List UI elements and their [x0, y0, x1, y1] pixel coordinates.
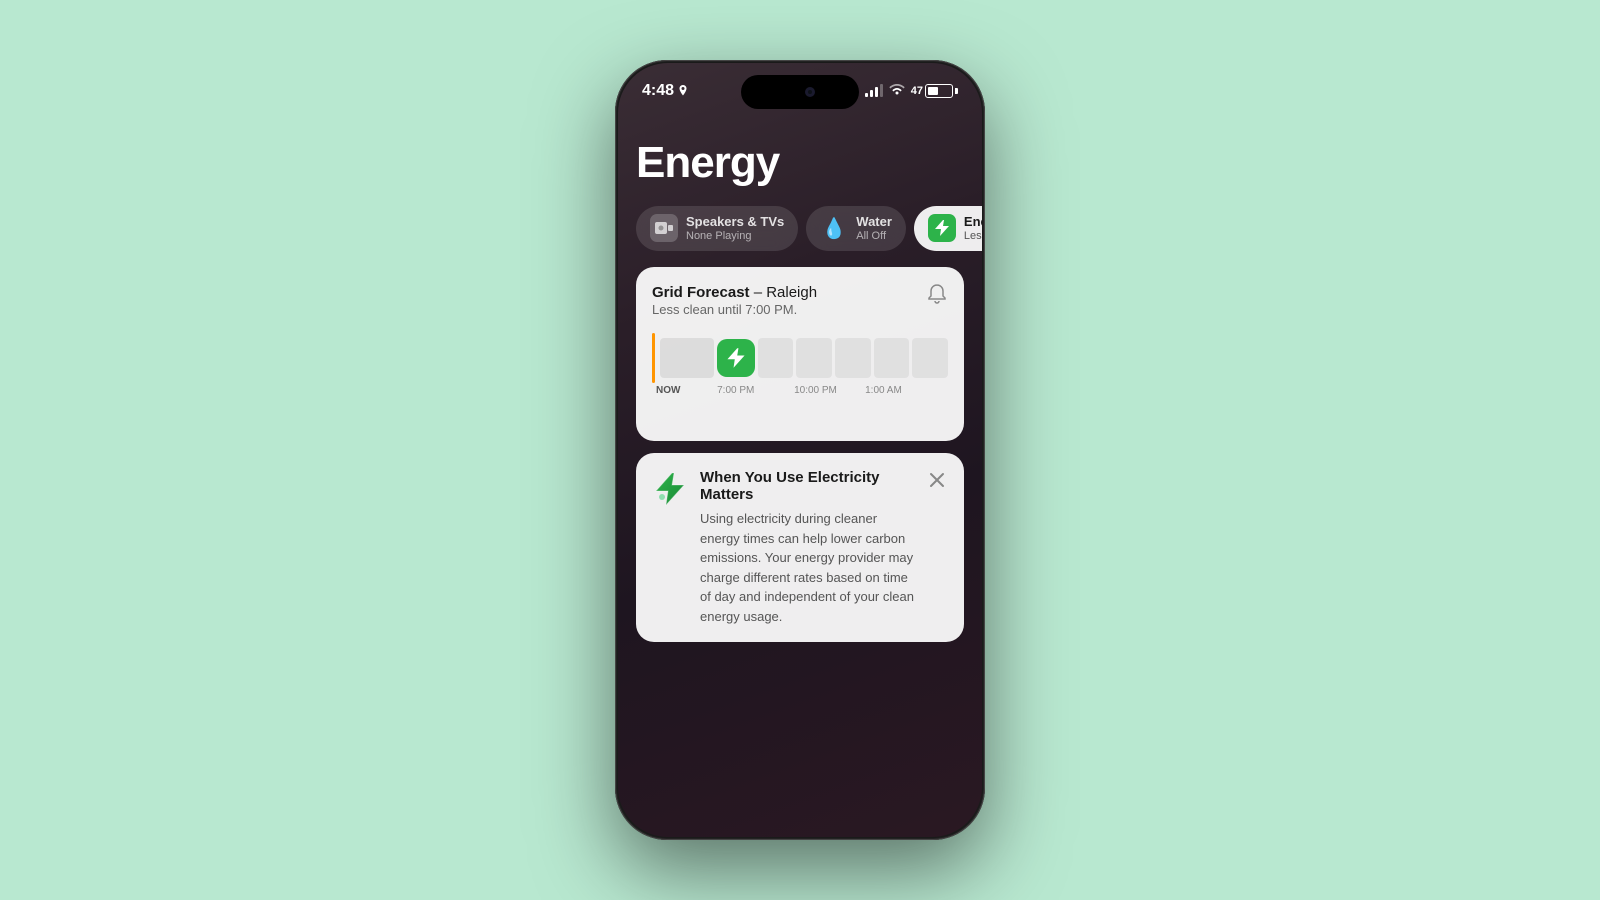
- info-card-body: Using electricity during cleaner energy …: [700, 509, 914, 626]
- dynamic-island: [741, 75, 859, 109]
- water-subtitle: All Off: [856, 230, 892, 243]
- grid-forecast-title: Grid Forecast – Raleigh: [652, 283, 817, 303]
- timeline-segment-6: [874, 338, 910, 378]
- water-text: Water All Off: [856, 214, 892, 243]
- energy-subtitle: Less Clean: [964, 230, 982, 243]
- timeline-segment-energy: [717, 336, 755, 380]
- energy-pill[interactable]: Energy Less Clean: [914, 206, 982, 251]
- water-icon: 💧: [820, 214, 848, 242]
- timeline-segment-5: [835, 338, 871, 378]
- energy-icon: [928, 214, 956, 242]
- grid-forecast-subtitle: Less clean until 7:00 PM.: [652, 302, 817, 317]
- speakers-pill[interactable]: Speakers & TVs None Playing: [636, 206, 798, 251]
- grid-forecast-card: Grid Forecast – Raleigh Less clean until…: [636, 267, 964, 442]
- signal-icon: [865, 85, 883, 97]
- timeline-segment-3: [758, 338, 794, 378]
- status-time: 4:48: [642, 82, 688, 100]
- speakers-text: Speakers & TVs None Playing: [686, 214, 784, 243]
- front-camera: [805, 87, 815, 97]
- page-content: Energy Speakers & TVs None Playing: [618, 118, 982, 837]
- info-card-title: When You Use Electricity Matters: [700, 469, 914, 503]
- energy-text: Energy Less Clean: [964, 214, 982, 243]
- timeline-segment-7: [912, 338, 948, 378]
- location-icon: [678, 85, 688, 97]
- info-card: When You Use Electricity Matters Using e…: [636, 453, 964, 642]
- wifi-icon: [889, 83, 905, 99]
- info-card-content: When You Use Electricity Matters Using e…: [700, 469, 914, 626]
- timeline-segment-4: [796, 338, 832, 378]
- info-card-icon: [652, 471, 688, 507]
- status-right: 47: [865, 83, 958, 99]
- timeline-label-1am: 1:00 AM: [865, 385, 902, 396]
- battery-percent-label: 47: [911, 85, 923, 97]
- timeline-label-10pm: 10:00 PM: [794, 385, 837, 396]
- timeline-segment-1: [660, 338, 714, 378]
- phone-container: 4:48: [615, 60, 985, 840]
- close-button[interactable]: [926, 469, 948, 491]
- timeline-label-now: NOW: [656, 385, 680, 396]
- timeline-label-7pm: 7:00 PM: [717, 385, 754, 396]
- now-indicator: [652, 333, 655, 383]
- speakers-title: Speakers & TVs: [686, 214, 784, 230]
- speakers-icon: [650, 214, 678, 242]
- bell-icon[interactable]: [926, 283, 948, 311]
- speakers-subtitle: None Playing: [686, 230, 784, 243]
- water-pill[interactable]: 💧 Water All Off: [806, 206, 906, 251]
- energy-title: Energy: [964, 214, 982, 230]
- page-title: Energy: [636, 138, 964, 188]
- timeline: NOW 7:00 PM 10:00 PM 1:00 AM: [652, 333, 948, 425]
- water-title: Water: [856, 214, 892, 230]
- pills-row: Speakers & TVs None Playing 💧 Water All …: [636, 206, 964, 251]
- battery-icon: 47: [911, 84, 958, 98]
